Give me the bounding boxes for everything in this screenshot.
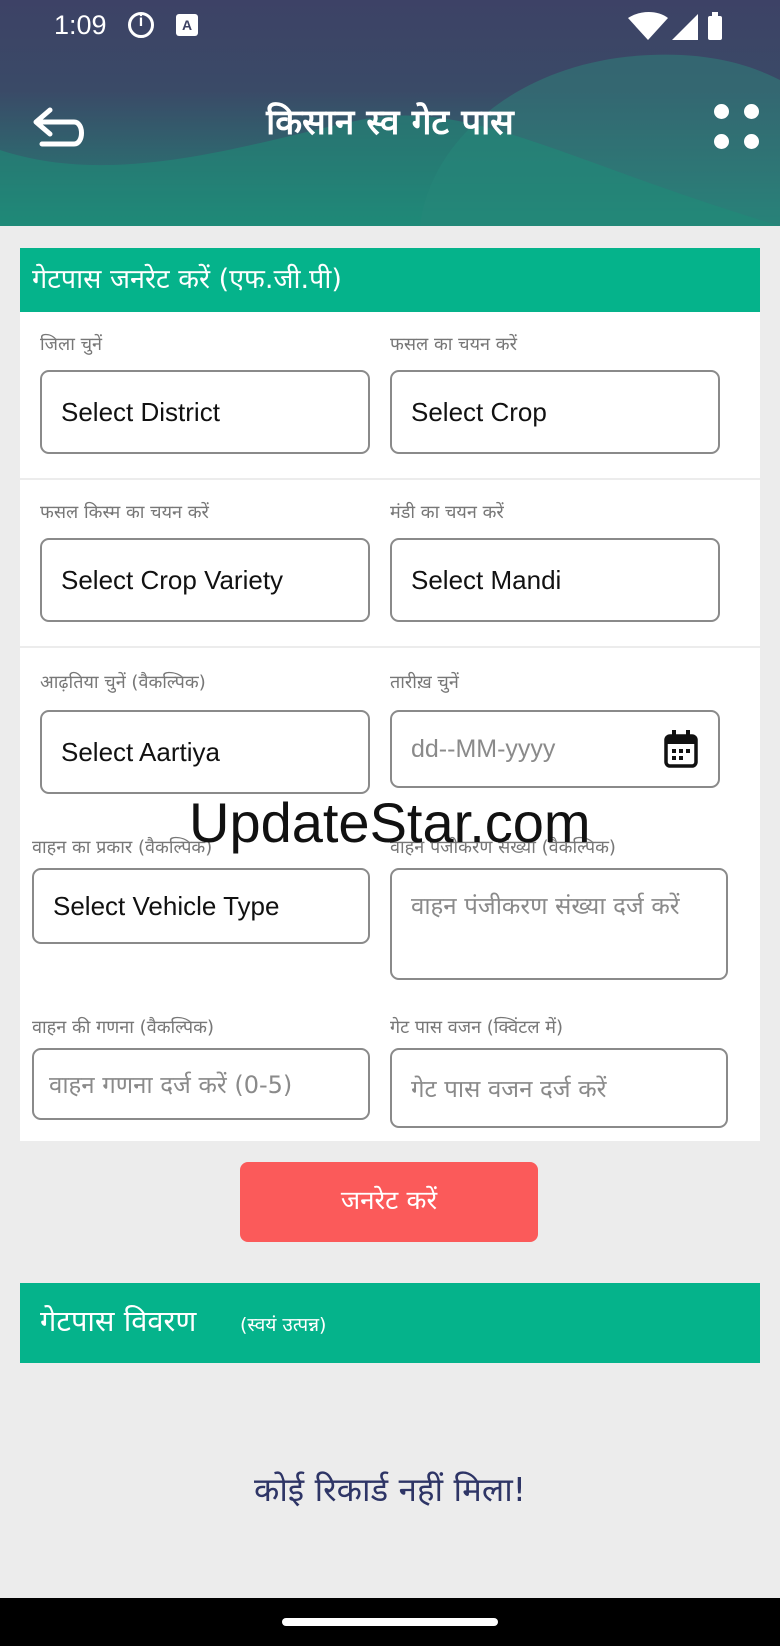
empty-state-message: कोई रिकार्ड नहीं मिला! [254, 1470, 526, 1509]
vehicle-type-select[interactable]: Select Vehicle Type [32, 868, 370, 944]
battery-icon [708, 16, 722, 40]
date-label: तारीख़ चुनें [390, 672, 459, 693]
status-time: 1:09 [54, 10, 107, 40]
crop-label: फसल का चयन करें [390, 334, 517, 355]
mandi-select[interactable]: Select Mandi [390, 538, 720, 622]
district-label: जिला चुनें [40, 334, 103, 355]
accessibility-icon: A [176, 14, 198, 36]
status-icons [628, 12, 722, 40]
menu-grid-icon[interactable] [714, 104, 762, 152]
district-select[interactable]: Select District [40, 370, 370, 454]
crop-variety-select[interactable]: Select Crop Variety [40, 538, 370, 622]
home-gesture-handle[interactable] [282, 1618, 498, 1626]
details-subtitle: (स्वयं उत्पन्न) [240, 1314, 327, 1336]
calendar-icon[interactable] [664, 730, 698, 768]
gatepass-form-card: गेटपास जनरेट करें (एफ.जी.पी) जिला चुनें … [20, 248, 760, 1141]
gatepass-weight-input[interactable]: गेट पास वजन दर्ज करें [390, 1048, 728, 1128]
form-row-3: आढ़तिया चुनें (वैकल्पिक) Select Aartiya … [20, 648, 760, 798]
date-placeholder: dd--MM-yyyy [411, 734, 556, 763]
aartiya-label: आढ़तिया चुनें (वैकल्पिक) [40, 672, 206, 693]
form-row-2: फसल किस्म का चयन करें Select Crop Variet… [20, 480, 760, 648]
form-row-1: जिला चुनें Select District फसल का चयन कर… [20, 312, 760, 480]
vehicle-count-label: वाहन की गणना (वैकल्पिक) [32, 1017, 214, 1038]
info-icon [128, 12, 154, 38]
vehicle-type-label: वाहन का प्रकार (वैकल्पिक) [32, 837, 213, 858]
gatepass-weight-label: गेट पास वजन (क्विंटल में) [390, 1017, 564, 1038]
generate-button[interactable]: जनरेट करें [240, 1162, 538, 1242]
gatepass-details-header: गेटपास विवरण (स्वयं उत्पन्न) [20, 1283, 760, 1363]
crop-variety-label: फसल किस्म का चयन करें [40, 502, 209, 523]
wifi-icon [628, 12, 668, 40]
vehicle-count-input[interactable]: वाहन गणना दर्ज करें (0-5) [32, 1048, 370, 1120]
form-row-5: वाहन की गणना (वैकल्पिक) वाहन गणना दर्ज क… [20, 1003, 760, 1141]
form-section-title: गेटपास जनरेट करें (एफ.जी.पी) [20, 248, 760, 312]
signal-icon [672, 14, 698, 40]
status-bar: 1:09 A [0, 0, 780, 52]
navigation-bar [0, 1598, 780, 1646]
details-title: गेटपास विवरण [40, 1304, 197, 1338]
date-picker-field[interactable]: dd--MM-yyyy [390, 710, 720, 788]
page-title: किसान स्व गेट पास [266, 103, 514, 143]
aartiya-select[interactable]: Select Aartiya [40, 710, 370, 794]
crop-select[interactable]: Select Crop [390, 370, 720, 454]
mandi-label: मंडी का चयन करें [390, 502, 504, 523]
watermark-text: UpdateStar.com [189, 791, 591, 854]
vehicle-registration-input[interactable]: वाहन पंजीकरण संख्या दर्ज करें [390, 868, 728, 980]
